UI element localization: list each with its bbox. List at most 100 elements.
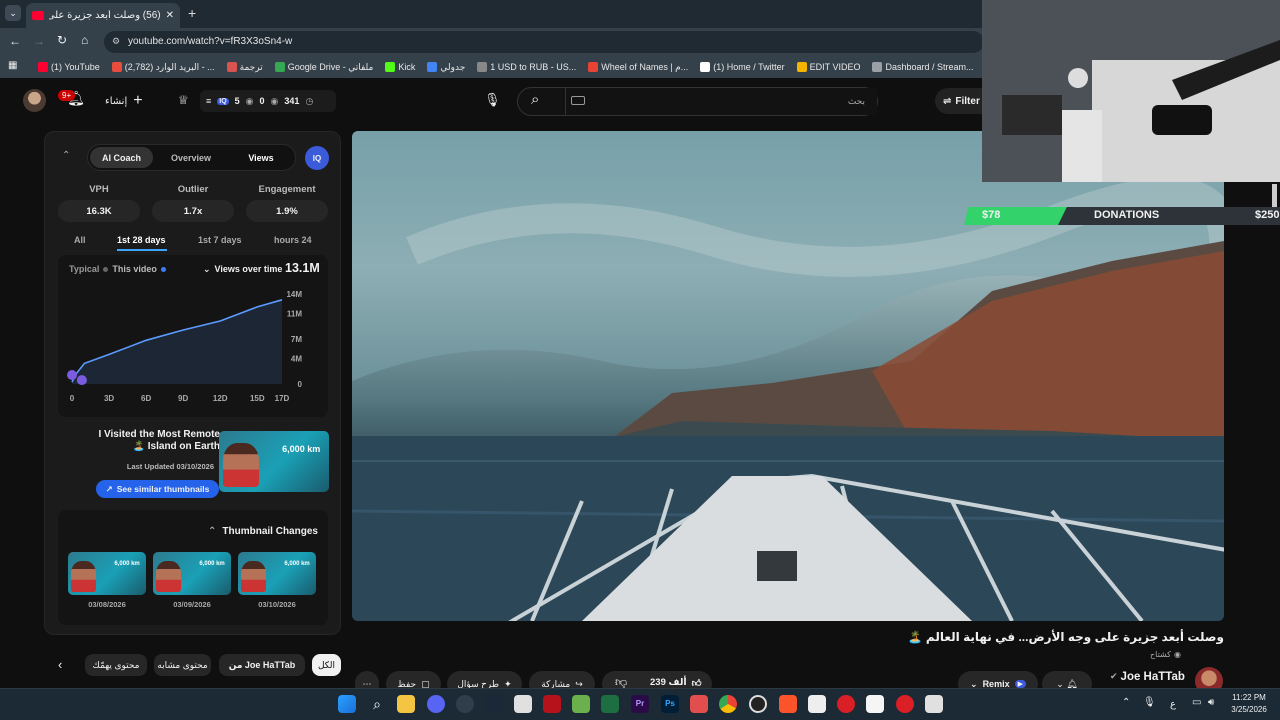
clock-icon: ◷	[305, 95, 314, 106]
channel-name[interactable]: ✔ Joe HaTTab	[1110, 671, 1185, 683]
bookmark-item[interactable]: Dashboard / Stream...	[872, 59, 974, 75]
chip-for-you[interactable]: محتوى يهمّك	[85, 654, 147, 676]
chart-upload-marker[interactable]	[76, 375, 87, 386]
tab-ai-coach[interactable]: AI Coach	[90, 147, 153, 168]
brave-icon[interactable]	[779, 695, 797, 713]
keyboard-icon[interactable]	[571, 96, 585, 105]
range-tab-all[interactable]: All	[74, 235, 86, 245]
file-explorer-icon[interactable]	[397, 695, 415, 713]
new-tab-button[interactable]: +	[188, 5, 196, 21]
bookmark-item[interactable]: Google Drive - ملفاتي	[274, 59, 373, 75]
forward-icon[interactable]: →	[33, 34, 45, 48]
chip-similar[interactable]: محتوى مشابه	[154, 654, 211, 676]
chart-upload-marker[interactable]	[67, 370, 77, 380]
photoshop-icon[interactable]: Ps	[661, 695, 679, 713]
mic-icon[interactable]: 🎙︎	[1143, 697, 1156, 708]
bookmark-label: (2,782) البريد الوارد - ...	[124, 61, 215, 72]
green-app-icon[interactable]	[572, 695, 590, 713]
x-tick-label: 9D	[178, 394, 188, 403]
clock-time[interactable]: 11:22 PM	[1228, 693, 1270, 702]
thumbnail-change-2[interactable]: 6,000 km	[153, 552, 231, 595]
creative-cloud-icon[interactable]	[837, 695, 855, 713]
network-icon[interactable]: ▭	[1192, 697, 1201, 708]
thumbnail-face	[223, 443, 259, 488]
capcut-icon[interactable]	[808, 695, 826, 713]
volume-icon[interactable]: 🔊︎	[1208, 697, 1214, 708]
tab-views-label: Views	[248, 152, 274, 163]
bookmark-item[interactable]: 1 USD to RUB - US...	[477, 59, 576, 75]
chrome-icon[interactable]	[719, 695, 737, 713]
back-icon[interactable]: ←	[9, 34, 21, 48]
bookmark-item[interactable]: Kick	[385, 59, 415, 75]
channel-name-text: Joe HaTTab	[1120, 671, 1185, 683]
donation-amount: $78	[982, 209, 1001, 221]
voice-search-icon[interactable]: 🎙︎	[484, 92, 501, 108]
metric-engagement-value: 1.9%	[246, 200, 328, 222]
webcam-overlay	[982, 0, 1280, 182]
red-app-icon[interactable]	[543, 695, 561, 713]
chips-prev-icon[interactable]: ‹	[58, 657, 62, 672]
start-icon[interactable]	[338, 695, 356, 713]
trophy-icon[interactable]: ♕	[178, 93, 189, 107]
bookmark-item[interactable]: (1) YouTube	[38, 59, 100, 75]
steam-icon[interactable]	[485, 695, 503, 713]
unreal-icon[interactable]	[514, 695, 532, 713]
search-input[interactable]: بحث	[565, 88, 877, 115]
webcam-scrollbar[interactable]	[1272, 184, 1277, 209]
bookmark-item[interactable]: جدولي	[427, 59, 465, 75]
thumbnail-change-1[interactable]: 6,000 km	[68, 552, 146, 595]
clock-date[interactable]: 3/25/2026	[1226, 705, 1272, 714]
media-player-icon[interactable]	[456, 695, 474, 713]
vidiq-logo-icon[interactable]: IQ	[305, 146, 329, 170]
chip-from-channel[interactable]: من Joe HaTTab	[219, 654, 305, 676]
notes-app-icon[interactable]	[866, 695, 884, 713]
search-icon[interactable]: ⌕	[368, 695, 386, 713]
bookmark-item[interactable]: ترجمة	[226, 59, 263, 75]
range-tab-24h[interactable]: hours 24	[274, 235, 312, 245]
views-over-time-dropdown[interactable]: ⌄ Views over time	[203, 264, 282, 275]
thumbnail-changes-header[interactable]: ⌃ Thumbnail Changes	[208, 526, 318, 537]
thumbnail-change-3[interactable]: 6,000 km	[238, 552, 316, 595]
premiere-icon[interactable]: Pr	[631, 695, 649, 713]
bookmark-item[interactable]: Wheel of Names | م...	[588, 59, 688, 75]
bookmark-item[interactable]: (2,782) البريد الوارد - ...	[111, 59, 215, 75]
search-icon[interactable]: ⌕	[531, 91, 539, 108]
tab-overview[interactable]: Overview	[160, 144, 222, 171]
range-tab-7d[interactable]: 1st 7 days	[198, 235, 242, 245]
chevron-up-icon: ⌃	[208, 526, 217, 537]
current-thumbnail[interactable]: 6,000 km	[219, 431, 329, 492]
collapse-icon[interactable]: ⌃	[62, 150, 70, 161]
unreal-icon-2[interactable]	[925, 695, 943, 713]
browser-tab-active[interactable]: (56) وصلت أبعد جزيرة على و ✕	[26, 3, 180, 28]
discord-icon[interactable]	[427, 695, 445, 713]
vidiq-toolbar[interactable]: ≡ IQ 5 ◉ 0 ◉ 341 ◷	[200, 90, 336, 112]
video-player[interactable]	[352, 131, 1224, 621]
creative-cloud-icon-2[interactable]	[896, 695, 914, 713]
close-icon[interactable]: ✕	[166, 10, 174, 21]
obs-icon[interactable]	[749, 695, 767, 713]
tab-views[interactable]: Views	[229, 144, 293, 171]
bookmark-item[interactable]: EDIT VIDEO	[796, 59, 860, 75]
create-button[interactable]: إنشاء +	[105, 92, 143, 110]
chart-area-fill	[72, 299, 282, 384]
reload-icon[interactable]: ↻	[57, 33, 67, 47]
bookmark-item[interactable]: (1) Home / Twitter	[700, 59, 785, 75]
legend-typical-label: Typical	[69, 264, 100, 274]
chip-all[interactable]: الكل	[312, 654, 341, 676]
account-avatar[interactable]	[23, 89, 46, 112]
range-tab-28d[interactable]: 1st 28 days	[117, 235, 166, 245]
apps-icon[interactable]: ▦	[8, 60, 17, 71]
active-tab-underline	[117, 249, 167, 251]
donations-label: DONATIONS	[1094, 209, 1160, 221]
site-info-icon[interactable]: ⚙	[112, 36, 120, 47]
url-bar[interactable]: youtube.com/watch?v=fR3X3oSn4-w	[104, 31, 984, 53]
tab-list-button[interactable]: ⌄	[5, 5, 21, 21]
home-icon[interactable]: ⌂	[81, 33, 88, 47]
video-frame	[352, 131, 1224, 621]
input-language[interactable]: ع	[1170, 699, 1176, 710]
see-similar-button[interactable]: ↗ See similar thumbnails	[96, 480, 219, 498]
video-card-title: I Visited the Most Remote 🏝️ Island on E…	[98, 429, 220, 452]
gallery-icon[interactable]	[690, 695, 708, 713]
excel-icon[interactable]	[601, 695, 619, 713]
tray-overflow-icon[interactable]: ⌃	[1122, 697, 1130, 708]
